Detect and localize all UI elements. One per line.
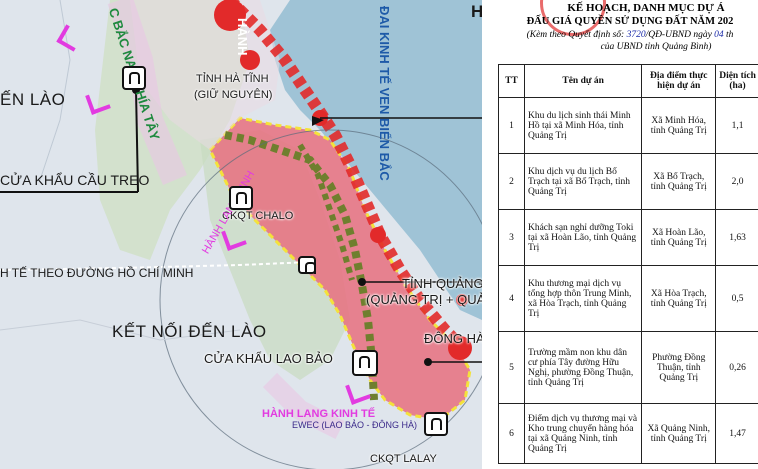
- map-label-cua-khau-lao-bao: CỬA KHẨU LAO BẢO: [204, 351, 333, 366]
- cell-name: Điểm dịch vụ thương mại và Kho trung chu…: [523, 403, 643, 464]
- map-label-ckqt-lalay: CKQT LALAY: [370, 453, 437, 465]
- map-label-ho-chi-minh: H TẾ THEO ĐƯỜNG HỒ CHÍ MINH: [0, 266, 194, 280]
- border-gate-icon: [298, 256, 316, 274]
- map-label-cua-khau-cau-treo: CỬA KHẨU CẦU TREO: [0, 172, 150, 188]
- doc-subtitle-line2: của UBND tỉnh Quảng Bình): [600, 42, 712, 52]
- border-gate-icon: [122, 66, 146, 90]
- map-label-quang-tri-quang-binh: (QUẢNG TRỊ + QUẢNG B: [366, 292, 482, 307]
- cell-place: Xã Hòa Trạch, tỉnh Quảng Trị: [641, 265, 717, 332]
- col-header-area: Diện tích (ha): [715, 64, 758, 98]
- map-label-hanh-lang-bottom: HÀNH LANG KINH TẾ: [262, 408, 376, 420]
- project-list-document: KẾ HOẠCH, DANH MỤC DỰ Á ĐẤU GIÁ QUYỀN SỬ…: [482, 0, 758, 469]
- cell-area: 0,26: [715, 331, 758, 404]
- cell-tt: 1: [498, 97, 525, 154]
- map-label-giu-nguyen: (GIỮ NGUYÊN): [194, 89, 273, 101]
- table-row: 3 Khách sạn nghỉ dưỡng Toki tại xã Hoàn …: [498, 209, 758, 266]
- border-gate-icon: [424, 412, 448, 436]
- cell-tt: 3: [498, 209, 525, 266]
- cell-place: Xã Hoàn Lão, tỉnh Quảng Trị: [641, 209, 717, 266]
- subtitle-mid: /QĐ-UBND ngày: [645, 30, 712, 40]
- map-label-ha-tinh: TỈNH HÀ TĨNH: [196, 73, 269, 85]
- cell-name: Trường mầm non khu dân cư phía Tây đường…: [523, 331, 643, 404]
- cell-place: Xã Minh Hóa, tỉnh Quảng Trị: [641, 97, 717, 154]
- table-header-row: TT Tên dự án Địa điểm thực hiện dự án Di…: [498, 64, 758, 98]
- table-row: 5 Trường mầm non khu dân cư phía Tây đườ…: [498, 331, 758, 404]
- cell-tt: 6: [498, 403, 525, 464]
- cell-place: Phường Đồng Thuận, tỉnh Quảng Trị: [641, 331, 717, 404]
- cell-tt: 4: [498, 265, 525, 332]
- doc-subtitle-line1: (Kèm theo Quyết định số: 3720/QĐ-UBND ng…: [492, 30, 758, 40]
- project-table: TT Tên dự án Địa điểm thực hiện dự án Di…: [498, 64, 758, 464]
- cell-area: 1,1: [715, 97, 758, 154]
- cell-place: Xã Quảng Ninh, tỉnh Quảng Trị: [641, 403, 717, 464]
- map-label-dong-ha: ĐÔNG HÀ: [424, 331, 482, 346]
- cell-area: 1,47: [715, 403, 758, 464]
- cell-area: 1,63: [715, 209, 758, 266]
- table-row: 1 Khu du lịch sinh thái Minh Hồ tại xã M…: [498, 97, 758, 154]
- table-row: 6 Điểm dịch vụ thương mại và Kho trung c…: [498, 403, 758, 464]
- map-label-top-letter: H: [471, 2, 482, 21]
- cell-name: Khu thương mại dịch vụ tổng hợp thôn Tru…: [523, 265, 643, 332]
- planning-map: H HÀNH C BẮC NAM PHÍA TÂY ĐAI KINH TẾ VE…: [0, 0, 482, 469]
- map-label-ewec: EWEC (LAO BẢO - ĐÔNG HÀ): [292, 420, 418, 430]
- map-label-den-lao: ẾN LÀO: [0, 90, 66, 109]
- doc-title-line1: KẾ HOẠCH, DANH MỤC DỰ Á: [567, 2, 725, 14]
- col-header-name: Tên dự án: [523, 64, 643, 98]
- subtitle-tail: th: [726, 30, 734, 40]
- decision-number: 3720: [626, 30, 646, 40]
- map-label-dai-kinh-te: ĐAI KINH TẾ VEN BIỂN BẮC: [377, 6, 392, 181]
- cell-area: 2,0: [715, 153, 758, 210]
- table-row: 4 Khu thương mại dịch vụ tổng hợp thôn T…: [498, 265, 758, 332]
- cell-name: Khu dịch vụ du lịch Bố Trạch tại xã Bố T…: [523, 153, 643, 210]
- map-label-ket-noi-den-lao: KẾT NỐI ĐẾN LÀO: [112, 322, 267, 341]
- col-header-place: Địa điểm thực hiện dự án: [641, 64, 717, 98]
- col-header-tt: TT: [498, 64, 525, 98]
- cell-tt: 2: [498, 153, 525, 210]
- cell-place: Xã Bố Trạch, tỉnh Quảng Trị: [641, 153, 717, 210]
- table-row: 2 Khu dịch vụ du lịch Bố Trạch tại xã Bố…: [498, 153, 758, 210]
- cell-tt: 5: [498, 331, 525, 404]
- cell-name: Khu du lịch sinh thái Minh Hồ tại xã Min…: [523, 97, 643, 154]
- cell-name: Khách sạn nghỉ dưỡng Toki tại xã Hoàn Lã…: [523, 209, 643, 266]
- map-label-hanh-top: HÀNH: [235, 18, 250, 56]
- decision-day: 04: [714, 30, 724, 40]
- cell-area: 0,5: [715, 265, 758, 332]
- border-gate-icon: [229, 186, 253, 210]
- doc-title-line2: ĐẤU GIÁ QUYỀN SỬ DỤNG ĐẤT NĂM 202: [526, 16, 734, 27]
- map-label-tinh-quang-tri: TỈNH QUẢNG TRỊ: [402, 276, 482, 291]
- subtitle-prefix: (Kèm theo Quyết định số:: [526, 30, 625, 40]
- border-gate-icon: [352, 350, 378, 376]
